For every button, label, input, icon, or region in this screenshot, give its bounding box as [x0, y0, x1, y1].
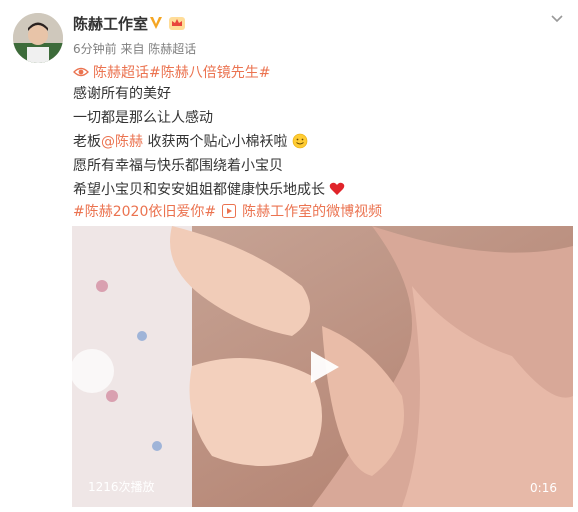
post-line-1: 感谢所有的美好: [73, 86, 171, 102]
line3-prefix: 老板: [73, 134, 101, 150]
play-count: 1216次播放: [88, 480, 155, 494]
play-button[interactable]: [301, 345, 345, 389]
post-line-5: 希望小宝贝和安安姐姐都健康快乐地成长: [73, 180, 345, 200]
video-source-link[interactable]: 陈赫工作室的微博视频: [242, 201, 382, 221]
avatar-image: [13, 13, 63, 63]
supertopic-text: 陈赫超话#陈赫八倍镜先生#: [93, 65, 271, 81]
post-meta[interactable]: 6分钟前 来自 陈赫超话: [73, 40, 196, 57]
avatar[interactable]: [13, 13, 63, 63]
video-duration: 0:16: [530, 481, 557, 495]
hashtag-link[interactable]: #陈赫2020依旧爱你#: [73, 201, 216, 221]
crown-icon[interactable]: [168, 15, 186, 31]
post-line-2: 一切都是那么让人感动: [73, 110, 213, 126]
hashtag-row: #陈赫2020依旧爱你# 陈赫工作室的微博视频: [73, 201, 382, 221]
eye-icon: [73, 67, 89, 77]
video-play-icon: [222, 204, 237, 218]
post-line-4: 愿所有幸福与快乐都围绕着小宝贝: [73, 158, 283, 174]
author-name[interactable]: 陈赫工作室: [73, 13, 148, 34]
line5-text: 希望小宝贝和安安姐姐都健康快乐地成长: [73, 182, 325, 198]
post-line-3: 老板@陈赫 收获两个贴心小棉袄啦: [73, 132, 308, 152]
chevron-down-icon[interactable]: [550, 12, 564, 28]
red-heart-emoji-icon: [330, 182, 345, 195]
smile-emoji-icon: [292, 133, 308, 149]
supertopic-link[interactable]: 陈赫超话#陈赫八倍镜先生#: [73, 62, 270, 82]
video-player[interactable]: 1216次播放 0:16: [72, 226, 573, 507]
line3-suffix: 收获两个贴心小棉袄啦: [143, 134, 288, 150]
verified-v-icon: [150, 17, 162, 29]
mention-link[interactable]: @陈赫: [101, 134, 143, 150]
